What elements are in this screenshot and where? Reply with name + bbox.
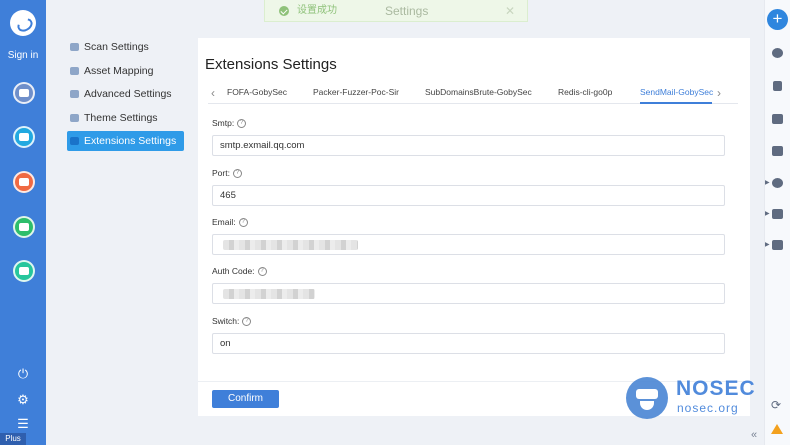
switch-field[interactable]: on xyxy=(212,333,725,354)
asset-mapping-icon xyxy=(70,67,79,75)
bug-icon[interactable] xyxy=(772,178,783,188)
check-icon xyxy=(279,6,289,16)
menu-item-label: Advanced Settings xyxy=(84,88,172,100)
switch-label: Switch:? xyxy=(212,316,252,327)
caret-right-icon: ▶ xyxy=(765,180,770,186)
bar-chart-icon[interactable] xyxy=(772,209,783,219)
smtp-label-text: Smtp: xyxy=(212,118,235,128)
chevron-right-icon[interactable]: › xyxy=(717,86,721,100)
active-tab-indicator xyxy=(640,102,712,104)
menu-item-scan-settings[interactable]: Scan Settings xyxy=(67,37,184,57)
switch-label-text: Switch: xyxy=(212,316,240,326)
menu-icon[interactable]: ☰ xyxy=(16,417,30,431)
menu-item-theme-settings[interactable]: Theme Settings xyxy=(67,108,184,128)
right-toolbar: + ▶ ▶ ▶ ⟳ xyxy=(764,0,790,445)
power-icon[interactable]: ⏻ xyxy=(16,367,30,381)
menu-item-label: Extensions Settings xyxy=(84,135,177,147)
menu-item-label: Asset Mapping xyxy=(84,65,154,77)
auth-code-label-text: Auth Code: xyxy=(212,266,255,276)
plugin-icon[interactable] xyxy=(13,260,35,282)
email-label: Email:? xyxy=(212,217,248,228)
help-icon[interactable]: ? xyxy=(237,119,247,129)
monitor-icon[interactable] xyxy=(772,114,783,124)
caret-right-icon: ▶ xyxy=(765,242,770,248)
puzzle-icon[interactable] xyxy=(772,240,783,250)
smtp-label: Smtp:? xyxy=(212,118,247,129)
port-field[interactable]: 465 xyxy=(212,185,725,206)
menu-item-advanced-settings[interactable]: Advanced Settings xyxy=(67,84,184,104)
scan-settings-icon xyxy=(70,43,79,51)
close-icon[interactable]: ✕ xyxy=(505,0,515,22)
tab-sendmail-gobysec[interactable]: SendMail-GobySec xyxy=(640,87,713,97)
tab-redis-cli[interactable]: Redis-cli-go0p xyxy=(558,87,612,97)
toast-message: 设置成功 xyxy=(297,5,337,16)
menu-item-asset-mapping[interactable]: Asset Mapping xyxy=(67,61,184,81)
watermark-brand: NOSEC xyxy=(676,377,756,400)
help-icon[interactable]: ? xyxy=(232,169,242,179)
email-label-text: Email: xyxy=(212,217,236,227)
menu-item-extensions-settings[interactable]: Extensions Settings xyxy=(67,131,184,151)
smtp-field[interactable]: smtp.exmail.qq.com xyxy=(212,135,725,156)
port-label-text: Port: xyxy=(212,168,230,178)
left-navbar: Sign in ⏻ ⚙ ☰ Plus xyxy=(0,0,46,445)
menu-item-label: Scan Settings xyxy=(84,41,149,53)
refresh-icon[interactable]: ⟳ xyxy=(771,398,781,412)
divider xyxy=(198,381,750,382)
page-title: Extensions Settings xyxy=(205,56,337,73)
settings-icon[interactable]: ⚙ xyxy=(16,393,30,407)
ip-icon[interactable] xyxy=(772,146,783,156)
sign-in-link[interactable]: Sign in xyxy=(0,50,46,61)
success-toast: 设置成功 Settings ✕ xyxy=(264,0,528,22)
logo-icon[interactable] xyxy=(10,10,36,36)
list-icon[interactable] xyxy=(13,126,35,148)
dialog-title: Settings xyxy=(385,4,429,18)
theme-icon xyxy=(70,114,79,122)
auth-code-field[interactable] xyxy=(212,283,725,304)
history-icon[interactable] xyxy=(772,48,783,58)
menu-item-label: Theme Settings xyxy=(84,112,158,124)
port-label: Port:? xyxy=(212,168,242,179)
collapse-icon[interactable]: « xyxy=(751,429,757,441)
watermark-site: nosec.org xyxy=(677,401,739,415)
redacted-value xyxy=(223,289,315,299)
screen-icon[interactable] xyxy=(13,171,35,193)
confirm-button[interactable]: Confirm xyxy=(212,390,279,408)
nosec-logo-icon xyxy=(626,377,668,419)
chart-icon[interactable] xyxy=(13,216,35,238)
document-icon[interactable] xyxy=(773,81,782,91)
tab-packer-fuzzer[interactable]: Packer-Fuzzer-Poc-Sir xyxy=(313,87,399,97)
redacted-value xyxy=(223,240,358,250)
caret-right-icon: ▶ xyxy=(765,211,770,217)
scan-icon[interactable] xyxy=(13,82,35,104)
warning-icon[interactable] xyxy=(771,424,783,434)
email-field[interactable] xyxy=(212,234,725,255)
chevron-left-icon[interactable]: ‹ xyxy=(211,86,215,100)
extensions-settings-panel: Extensions Settings ‹ FOFA-GobySec Packe… xyxy=(198,38,750,416)
tab-fofa-gobysec[interactable]: FOFA-GobySec xyxy=(227,87,287,97)
help-icon[interactable]: ? xyxy=(238,218,248,228)
help-icon[interactable]: ? xyxy=(257,267,267,277)
edition-badge: Plus xyxy=(0,433,26,445)
advanced-settings-icon xyxy=(70,90,79,98)
auth-code-label: Auth Code:? xyxy=(212,266,267,277)
tab-subdomainsbrute[interactable]: SubDomainsBrute-GobySec xyxy=(425,87,532,97)
extension-tabs: ‹ FOFA-GobySec Packer-Fuzzer-Poc-Sir Sub… xyxy=(208,82,738,104)
add-icon[interactable]: + xyxy=(767,9,788,30)
extensions-icon xyxy=(70,137,79,145)
help-icon[interactable]: ? xyxy=(242,317,252,327)
